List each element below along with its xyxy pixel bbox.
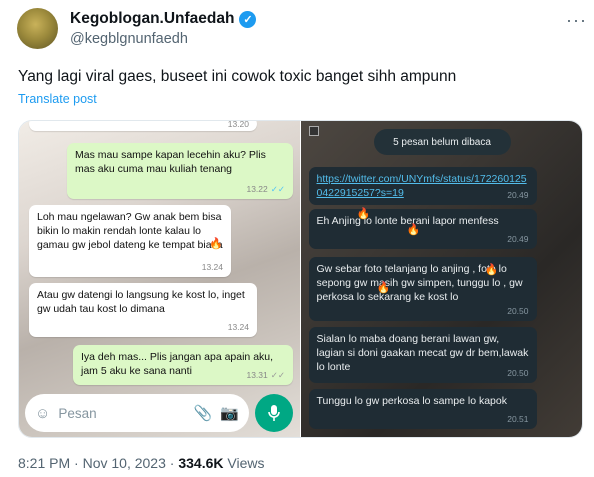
emoji-icon[interactable]: ☺ [35,405,50,422]
chat-message: Tunggu lo gw perkosa lo sampe lo kapok 2… [308,389,537,429]
unread-banner: 5 pesan belum dibaca [373,129,511,155]
read-ticks-icon: ✓✓ [270,184,285,194]
fire-sticker-icon: 🔥 [209,238,223,250]
tweet-metadata: 8:21 PM · Nov 10, 2023 · 334.6K Views [18,455,265,471]
post-date[interactable]: Nov 10, 2023 [83,455,166,471]
attach-icon[interactable]: 📎 [194,404,213,422]
user-handle[interactable]: @kegblgnunfaedh [70,31,188,47]
mic-button[interactable] [255,394,293,432]
post-time[interactable]: 8:21 PM [18,455,70,471]
fire-sticker-icon: 🔥 [376,282,391,294]
chat-message: Gw sebar foto telanjang lo anjing , foto… [308,257,537,321]
camera-icon[interactable]: 📷 [220,404,239,422]
status-icon [308,126,319,136]
mic-icon [268,405,280,421]
more-icon[interactable]: ··· [566,10,587,31]
display-name-text[interactable]: Kegoblogan.Unfaedah [70,10,234,28]
chat-message: Sialan lo maba doang berani lawan gw, la… [308,327,537,383]
left-chat-screenshot[interactable]: 13.20 Mas mau sampe kapan lecehin aku? P… [19,121,300,437]
tweet-media[interactable]: 13.20 Mas mau sampe kapan lecehin aku? P… [18,120,583,438]
right-chat-screenshot[interactable]: 5 pesan belum dibaca https://twitter.com… [300,121,582,437]
display-name[interactable]: Kegoblogan.Unfaedah ✓ [70,10,257,28]
chat-message: Atau gw datengi lo langsung ke kost lo, … [29,283,257,337]
message-link[interactable]: https://twitter.com/UNYmfs/status/172260… [317,173,527,199]
chat-message: https://twitter.com/UNYmfs/status/172260… [308,167,537,205]
fire-sticker-icon: 🔥 [484,264,499,276]
translate-link[interactable]: Translate post [18,92,97,106]
chat-message: Iya deh mas... Plis jangan apa apain aku… [73,345,293,385]
avatar[interactable] [17,8,58,49]
views-count: 334.6K [178,455,224,471]
delivered-ticks-icon: ✓✓ [270,370,285,380]
views-label: Views [227,455,265,471]
message-text: Tunggu lo gw perkosa lo sampe lo kapok [316,395,507,407]
tweet-text: Yang lagi viral gaes, buseet ini cowok t… [18,68,457,85]
verified-badge-icon: ✓ [239,10,257,28]
chat-message: Loh mau ngelawan? Gw anak bem bisa bikin… [29,205,231,277]
message-input-bar[interactable]: ☺ Pesan 📎 📷 [25,394,249,432]
message-text: Mas mau sampe kapan lecehin aku? Plis ma… [75,149,266,175]
message-text: Sialan lo maba doang berani lawan gw, la… [316,333,529,373]
fire-sticker-icon: 🔥 [406,224,421,236]
message-input[interactable]: Pesan [58,406,185,421]
chat-message: Mas mau sampe kapan lecehin aku? Plis ma… [67,143,293,199]
message-text: Atau gw datengi lo langsung ke kost lo, … [37,289,245,315]
fire-sticker-icon: 🔥 [356,208,371,220]
message-text: Loh mau ngelawan? Gw anak bem bisa bikin… [37,211,223,251]
partial-message: 13.20 [29,121,257,131]
chat-message: Eh Anjing lo lonte berani lapor menfess … [308,209,537,249]
message-text: Iya deh mas... Plis jangan apa apain aku… [81,351,274,377]
